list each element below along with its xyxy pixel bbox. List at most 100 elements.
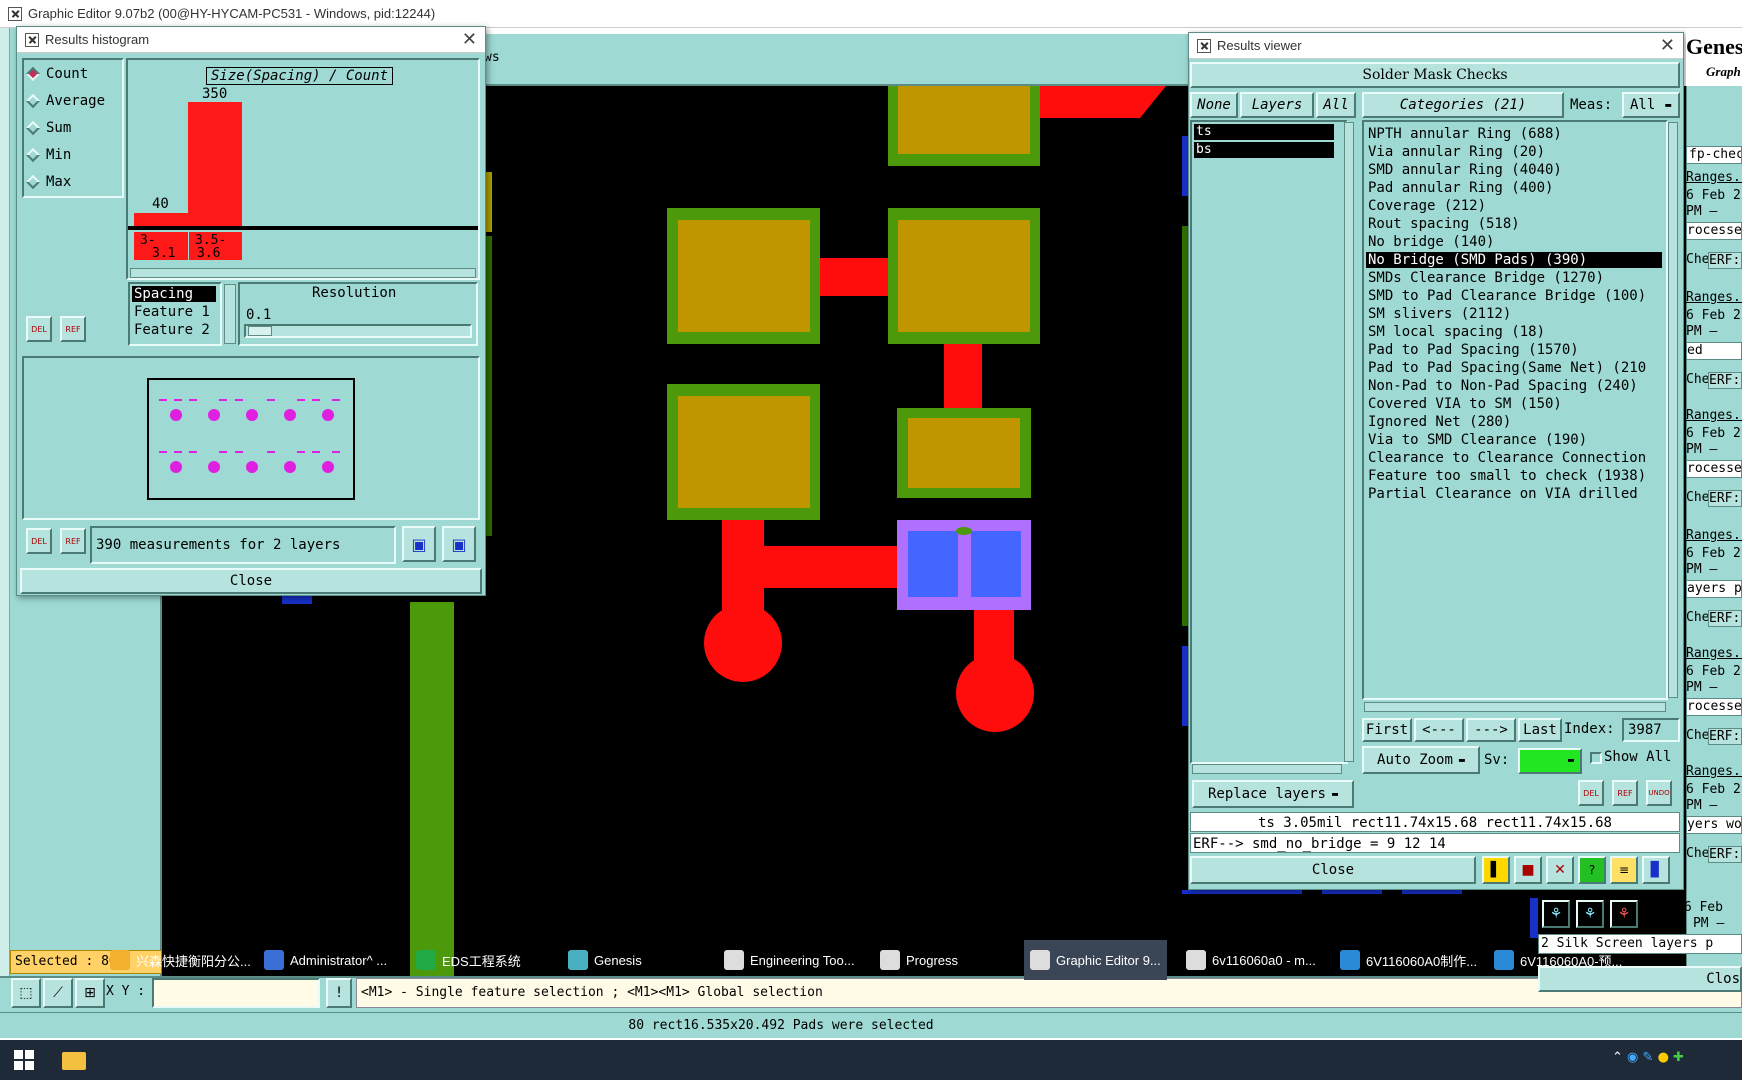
histogram-del-icon-2[interactable]: DEL — [26, 528, 52, 554]
category-item[interactable]: Coverage (212) — [1366, 198, 1662, 214]
category-item[interactable]: Ignored Net (280) — [1366, 414, 1662, 430]
taskbar-item[interactable]: EDS工程系统 — [416, 940, 521, 980]
preview-canvas[interactable] — [147, 378, 355, 500]
ranges-link[interactable]: Ranges... — [1686, 170, 1742, 185]
mode-radio-average[interactable]: Average — [25, 93, 105, 109]
layers-vscroll[interactable] — [1344, 122, 1354, 762]
bar2[interactable] — [188, 102, 242, 228]
category-item[interactable]: Via to SMD Clearance (190) — [1366, 432, 1662, 448]
mode-radio-count[interactable]: Count — [25, 66, 88, 82]
xy-input[interactable] — [152, 978, 320, 1008]
spacing-list-item[interactable]: Feature 2 — [132, 322, 216, 338]
category-item[interactable]: SMD to Pad Clearance Bridge (100) — [1366, 288, 1662, 304]
histogram-ref-icon-2[interactable]: REF — [60, 528, 86, 554]
category-item[interactable]: Rout spacing (518) — [1366, 216, 1662, 232]
bar2-range[interactable]: 3.5- 3.6 — [189, 232, 242, 260]
category-item[interactable]: No bridge (140) — [1366, 234, 1662, 250]
taskbar-item[interactable]: 兴森快捷衡阳分公... — [110, 940, 251, 980]
category-item[interactable]: Pad to Pad Spacing (1570) — [1366, 342, 1662, 358]
mode-radio-max[interactable]: Max — [25, 174, 71, 190]
show-all-checkbox[interactable] — [1590, 752, 1602, 764]
spacing-list-item[interactable]: Spacing — [132, 286, 216, 302]
category-item[interactable]: Non-Pad to Non-Pad Spacing (240) — [1366, 378, 1662, 394]
replace-layers-dropdown[interactable]: Replace layers ▬ — [1192, 780, 1354, 808]
grid-tool-icon[interactable]: ⊞ — [75, 978, 105, 1008]
mode-radio-sum[interactable]: Sum — [25, 120, 71, 136]
mode-radio-min[interactable]: Min — [25, 147, 71, 163]
right-tool-icon-2[interactable]: ⚘ — [1576, 900, 1604, 928]
viewer-tool-icon-1[interactable]: ▌ — [1482, 856, 1510, 884]
taskbar-item[interactable]: Genesis — [568, 940, 642, 980]
layers-hscroll[interactable] — [1192, 764, 1342, 774]
taskbar-item[interactable]: Graphic Editor 9... — [1024, 940, 1167, 980]
meas-dropdown[interactable]: All ▬ — [1622, 92, 1680, 118]
measure-tool-icon[interactable]: ⟋ — [43, 978, 73, 1008]
viewer-undo-icon[interactable]: UNDO — [1646, 780, 1672, 806]
right-tool-icon-3[interactable]: ⚘ — [1610, 900, 1638, 928]
layer-item-ts[interactable]: ts — [1194, 124, 1334, 140]
category-item[interactable]: SM slivers (2112) — [1366, 306, 1662, 322]
bar1-range[interactable]: 3- 3.1 — [134, 232, 188, 260]
last-button[interactable]: Last — [1518, 718, 1562, 742]
tray-icons[interactable]: ⌃ ◉ ✎ ● ✚ — [1612, 1050, 1684, 1065]
categories-list[interactable]: NPTH annular Ring (688) Via annular Ring … — [1362, 120, 1668, 700]
right-panel-tab[interactable]: fp-chec — [1686, 146, 1742, 164]
categories-hscroll[interactable] — [1364, 702, 1666, 712]
category-item[interactable]: Pad to Pad Spacing(Same Net) (210 — [1366, 360, 1662, 376]
category-item[interactable]: Partial Clearance on VIA drilled — [1366, 486, 1662, 502]
ranges-link[interactable]: Ranges... — [1686, 646, 1742, 661]
category-item[interactable]: Covered VIA to SM (150) — [1366, 396, 1662, 412]
viewer-tool-icon-2[interactable]: ■ — [1514, 856, 1542, 884]
layer-item-bs[interactable]: bs — [1194, 142, 1334, 158]
categories-button[interactable]: Categories (21) — [1362, 92, 1564, 118]
first-button[interactable]: First — [1362, 718, 1412, 742]
viewer-tool-icon-6[interactable]: ▊ — [1642, 856, 1670, 884]
category-item[interactable]: SMD annular Ring (4040) — [1366, 162, 1662, 178]
layers-all-button[interactable]: All — [1316, 92, 1356, 118]
zoom-tool-icon[interactable]: ⬚ — [11, 978, 41, 1008]
category-item[interactable]: SMDs Clearance Bridge (1270) — [1366, 270, 1662, 286]
layers-toggle-button[interactable]: Layers — [1240, 92, 1314, 118]
ranges-link[interactable]: Ranges... — [1686, 408, 1742, 423]
histogram-hscroll[interactable] — [130, 268, 476, 278]
file-explorer-icon[interactable] — [62, 1052, 86, 1070]
viewer-del-icon[interactable]: DEL — [1578, 780, 1604, 806]
histogram-select-icon[interactable]: ▣ — [442, 526, 476, 562]
ranges-link[interactable]: Ranges... — [1686, 528, 1742, 543]
viewer-tool-icon-3[interactable]: ✕ — [1546, 856, 1574, 884]
category-item[interactable]: Clearance to Clearance Connection — [1366, 450, 1662, 466]
prev-button[interactable]: <--- — [1414, 718, 1464, 742]
spacing-list-item[interactable]: Feature 1 — [132, 304, 216, 320]
taskbar-item[interactable]: Administrator^ ... — [264, 940, 387, 980]
windows-start-icon[interactable] — [14, 1050, 34, 1070]
taskbar-item[interactable]: 6V116060A0制作... — [1340, 940, 1477, 980]
taskbar-item[interactable]: Engineering Too... — [724, 940, 855, 980]
layers-list[interactable] — [1190, 120, 1348, 764]
taskbar-item[interactable]: Progress — [880, 940, 958, 980]
next-button[interactable]: ---> — [1466, 718, 1516, 742]
viewer-tool-icon-4[interactable]: ? — [1578, 856, 1606, 884]
category-item[interactable]: NPTH annular Ring (688) — [1366, 126, 1662, 142]
histogram-export-icon[interactable]: ▣ — [402, 526, 436, 562]
taskbar-item[interactable]: 6V116060A0-预... — [1494, 940, 1622, 980]
viewer-close-icon[interactable]: ✕ — [1660, 35, 1675, 56]
auto-zoom-dropdown[interactable]: Auto Zoom ▬ — [1362, 746, 1480, 774]
ranges-link[interactable]: Ranges... — [1686, 764, 1742, 779]
ranges-link[interactable]: Ranges... — [1686, 290, 1742, 305]
viewer-ref-icon[interactable]: REF — [1612, 780, 1638, 806]
resolution-slider[interactable] — [244, 324, 472, 338]
sv-color-dropdown[interactable]: ▬ — [1518, 748, 1582, 774]
resolution-slider-thumb[interactable] — [248, 326, 272, 336]
categories-vscroll[interactable] — [1668, 122, 1678, 698]
viewer-close-button[interactable]: Close — [1190, 856, 1476, 884]
spacing-list-scroll[interactable] — [224, 284, 236, 344]
histogram-close-icon[interactable]: ✕ — [462, 29, 477, 50]
info-icon[interactable]: ! — [326, 978, 352, 1008]
category-item[interactable]: No Bridge (SMD Pads) (390) — [1366, 252, 1662, 268]
index-input[interactable]: 3987 — [1622, 718, 1680, 742]
histogram-del-icon[interactable]: DEL — [26, 316, 52, 342]
category-item[interactable]: Via annular Ring (20) — [1366, 144, 1662, 160]
taskbar-item[interactable]: 6v116060a0 - m... — [1186, 940, 1316, 980]
layers-none-button[interactable]: None — [1190, 92, 1238, 118]
category-item[interactable]: Feature too small to check (1938) — [1366, 468, 1662, 484]
